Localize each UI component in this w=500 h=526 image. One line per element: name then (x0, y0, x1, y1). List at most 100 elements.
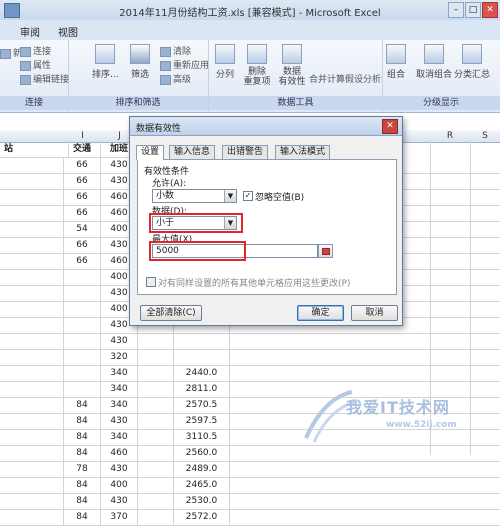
tab-input-message[interactable]: 输入信息 (169, 145, 216, 159)
cell-j[interactable]: 400 (101, 478, 138, 494)
cell-h[interactable] (0, 238, 64, 254)
apply-all-checkbox[interactable] (146, 277, 156, 287)
text-to-columns-button[interactable]: 分列 (215, 44, 235, 80)
cell-i[interactable]: 66 (64, 206, 101, 222)
column-header-r[interactable]: R (430, 130, 471, 143)
close-window-icon[interactable]: ✕ (482, 2, 498, 18)
cell-i[interactable] (64, 334, 101, 350)
cell-k[interactable] (138, 334, 174, 350)
cell-j[interactable]: 430 (101, 462, 138, 478)
cell-i[interactable] (64, 318, 101, 334)
connections-button[interactable]: 连接 (20, 44, 51, 57)
refresh-all-button[interactable]: 新 (0, 46, 22, 59)
cell-l[interactable]: 2597.5 (174, 414, 230, 430)
cell-j[interactable]: 340 (101, 430, 138, 446)
cell-l[interactable]: 2811.0 (174, 382, 230, 398)
cell-h[interactable] (0, 190, 64, 206)
cell-i[interactable] (64, 270, 101, 286)
sort-button[interactable]: 排序... (92, 44, 119, 80)
data-validation-button[interactable]: 数据 有效性 (275, 44, 309, 87)
cell-i[interactable]: 66 (64, 190, 101, 206)
cell-i[interactable] (64, 286, 101, 302)
cell-l[interactable]: 2560.0 (174, 446, 230, 462)
cell-h-header[interactable]: 站 (0, 142, 69, 158)
tab-error-alert[interactable]: 出错警告 (222, 145, 269, 159)
cell-i[interactable]: 84 (64, 398, 101, 414)
cell-k[interactable] (138, 414, 174, 430)
cell-k[interactable] (138, 398, 174, 414)
edit-links-button[interactable]: 编辑链接 (20, 72, 69, 85)
cell-j[interactable]: 320 (101, 350, 138, 366)
clear-all-button[interactable]: 全部清除(C) (140, 305, 202, 321)
cell-h[interactable] (0, 462, 64, 478)
cell-k[interactable] (138, 494, 174, 510)
cell-l[interactable]: 3110.5 (174, 430, 230, 446)
cell-k[interactable] (138, 510, 174, 526)
cell-h[interactable] (0, 158, 64, 174)
ungroup-button[interactable]: 取消组合 (416, 44, 452, 80)
cell-h[interactable] (0, 302, 64, 318)
cell-j[interactable]: 340 (101, 382, 138, 398)
cell-h[interactable] (0, 318, 64, 334)
cell-h[interactable] (0, 270, 64, 286)
cell-h[interactable] (0, 222, 64, 238)
cell-i[interactable]: 84 (64, 446, 101, 462)
cell-k[interactable] (138, 478, 174, 494)
cell-i-header[interactable]: 交通 (64, 142, 101, 158)
cell-i[interactable]: 78 (64, 462, 101, 478)
cell-i[interactable]: 66 (64, 158, 101, 174)
cell-l[interactable] (174, 334, 230, 350)
cell-j[interactable]: 370 (101, 510, 138, 526)
cell-l[interactable]: 2570.5 (174, 398, 230, 414)
ignore-blank-checkbox[interactable]: ✓ (243, 191, 253, 201)
cell-i[interactable] (64, 382, 101, 398)
cell-k[interactable] (138, 462, 174, 478)
cell-i[interactable]: 84 (64, 414, 101, 430)
cell-h[interactable] (0, 398, 64, 414)
cell-h[interactable] (0, 382, 64, 398)
cell-j[interactable]: 340 (101, 366, 138, 382)
cell-k[interactable] (138, 446, 174, 462)
cell-h[interactable] (0, 206, 64, 222)
tab-ime-mode[interactable]: 输入法模式 (275, 145, 331, 159)
cell-h[interactable] (0, 366, 64, 382)
cancel-button[interactable]: 取消 (351, 305, 398, 321)
cell-i[interactable] (64, 350, 101, 366)
dialog-title-bar[interactable]: 数据有效性 ✕ (130, 117, 402, 136)
subtotal-button[interactable]: 分类汇总 (454, 44, 490, 80)
group-button[interactable]: 组合 (386, 44, 406, 80)
clear-button[interactable]: 清除 (160, 44, 191, 57)
cell-j[interactable]: 460 (101, 446, 138, 462)
cell-k[interactable] (138, 430, 174, 446)
cell-i[interactable]: 54 (64, 222, 101, 238)
cell-l[interactable]: 2572.0 (174, 510, 230, 526)
dialog-close-icon[interactable]: ✕ (382, 119, 398, 134)
tab-settings[interactable]: 设置 (136, 145, 165, 160)
cell-l[interactable] (174, 350, 230, 366)
cell-i[interactable] (64, 366, 101, 382)
cell-i[interactable]: 66 (64, 254, 101, 270)
cell-j[interactable]: 340 (101, 398, 138, 414)
cell-i[interactable] (64, 302, 101, 318)
cell-i[interactable]: 84 (64, 510, 101, 526)
cell-i[interactable]: 84 (64, 494, 101, 510)
filter-button[interactable]: 筛选 (130, 44, 150, 80)
range-select-icon[interactable] (318, 244, 333, 258)
advanced-button[interactable]: 高级 (160, 72, 191, 85)
what-if-button[interactable]: 假设分析 (345, 72, 381, 85)
properties-button[interactable]: 属性 (20, 58, 51, 71)
column-header-s[interactable]: S (470, 130, 500, 143)
cell-j[interactable]: 430 (101, 494, 138, 510)
consolidate-button[interactable]: 合并计算 (309, 72, 345, 85)
cell-h[interactable] (0, 446, 64, 462)
cell-i[interactable]: 84 (64, 478, 101, 494)
allow-select[interactable]: 小数 ▼ (152, 189, 237, 203)
maximize-icon[interactable]: □ (465, 2, 481, 18)
remove-duplicates-button[interactable]: 删除 重复项 (243, 44, 271, 87)
cell-h[interactable] (0, 510, 64, 526)
cell-i[interactable]: 66 (64, 174, 101, 190)
chevron-down-icon[interactable]: ▼ (224, 190, 236, 202)
cell-h[interactable] (0, 350, 64, 366)
cell-l[interactable]: 2530.0 (174, 494, 230, 510)
cell-l[interactable]: 2489.0 (174, 462, 230, 478)
